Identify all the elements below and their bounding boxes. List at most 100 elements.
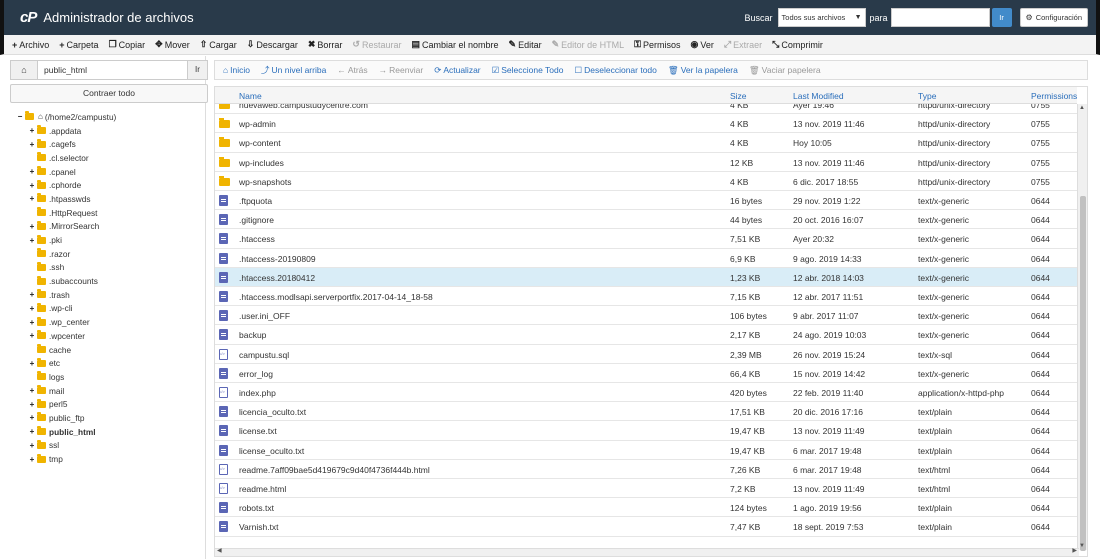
expand-icon[interactable]: +	[28, 331, 36, 340]
expand-icon[interactable]: +	[28, 167, 36, 176]
expand-icon[interactable]: +	[28, 290, 36, 299]
horizontal-scrollbar[interactable]: ◀ ▶	[215, 548, 1079, 556]
toolbar-plus-button[interactable]: + Archivo	[12, 40, 49, 50]
search-input[interactable]	[890, 8, 990, 27]
table-row[interactable]: Varnish.txt 7,47 KB 18 sept. 2019 7:53 text…	[215, 517, 1081, 537]
tree-item[interactable]: + ssl	[16, 439, 206, 453]
table-row[interactable]: index.php 420 bytes 22 feb. 2019 11:40 appl…	[215, 383, 1081, 403]
toolbar-edit-button[interactable]: ✎ Editar	[509, 39, 542, 50]
expand-icon[interactable]: +	[28, 318, 36, 327]
path-go-button[interactable]: Ir	[187, 61, 207, 79]
tree-item[interactable]: .subaccounts	[16, 274, 206, 288]
toolbar-download-button[interactable]: ⇩ Descargar	[247, 39, 298, 50]
nav-refresh-button[interactable]: ⟳ Actualizar	[434, 65, 480, 76]
expand-icon[interactable]: +	[28, 413, 36, 422]
tree-item[interactable]: + .MirrorSearch	[16, 220, 206, 234]
table-row[interactable]: license.txt 19,47 KB 13 nov. 2019 11:49 tex…	[215, 421, 1081, 441]
table-row[interactable]: licencia_oculto.txt 17,51 KB 20 dic. 2016 …	[215, 402, 1081, 422]
tree-item[interactable]: + mail	[16, 384, 206, 398]
tree-item[interactable]: + .cagefs	[16, 137, 206, 151]
toolbar-html-editor-button[interactable]: ✎ Editor de HTML	[552, 39, 625, 50]
table-row[interactable]: wp-snapshots 4 KB 6 dic. 2017 18:55 httpd/u…	[215, 172, 1081, 191]
nav-home-button[interactable]: ⌂ Inicio	[223, 65, 250, 75]
toolbar-delete-button[interactable]: ✖ Borrar	[308, 39, 343, 50]
column-modified-header[interactable]: Last Modified	[793, 91, 844, 101]
expand-icon[interactable]: +	[28, 427, 36, 436]
tree-item[interactable]: + .wpcenter	[16, 329, 206, 343]
column-name-header[interactable]: Name	[239, 91, 262, 101]
table-row[interactable]: .htaccess.modlsapi.serverportfix.2017-04…	[215, 287, 1081, 307]
scroll-right-icon[interactable]: ▶	[1072, 547, 1077, 554]
toolbar-key-button[interactable]: ⚿ Permisos	[634, 39, 680, 50]
expand-icon[interactable]: +	[28, 181, 36, 190]
expand-icon[interactable]: +	[28, 400, 36, 409]
tree-item[interactable]: + .cpanel	[16, 165, 206, 179]
nav-empty-trash-button[interactable]: 🗑 Vaciar papelera	[749, 65, 821, 76]
expand-icon[interactable]: +	[28, 455, 36, 464]
vertical-scrollbar[interactable]: ▲ ▼	[1077, 104, 1087, 551]
tree-item[interactable]: + public_html	[16, 425, 206, 439]
tree-item[interactable]: − ⌂ (/home2/campustu)	[16, 110, 206, 124]
collapse-all-button[interactable]: Contraer todo	[10, 84, 208, 103]
settings-button[interactable]: ⚙ Configuración	[1019, 8, 1088, 27]
tree-item[interactable]: cache	[16, 343, 206, 357]
tree-item[interactable]: + public_ftp	[16, 411, 206, 425]
table-row[interactable]: .htaccess-20190809 6,9 KB 9 ago. 2019 14:3…	[215, 249, 1081, 268]
toolbar-compress-button[interactable]: ⤡ Comprimir	[772, 39, 823, 50]
nav-level-up-button[interactable]: ⤴ Un nivel arriba	[261, 64, 326, 76]
expand-icon[interactable]: +	[28, 126, 36, 135]
expand-icon[interactable]: +	[28, 236, 36, 245]
collapse-icon[interactable]: −	[16, 112, 24, 121]
tree-item[interactable]: + .htpasswds	[16, 192, 206, 206]
nav-forward-button[interactable]: → Reenviar	[379, 65, 424, 75]
expand-icon[interactable]: +	[28, 441, 36, 450]
tree-item[interactable]: .ssh	[16, 261, 206, 275]
tree-item[interactable]: + .appdata	[16, 124, 206, 138]
toolbar-extract-button[interactable]: ⤢ Extraer	[724, 39, 762, 50]
nav-check-square-button[interactable]: ☑ Seleccione Todo	[492, 65, 564, 76]
table-row[interactable]: campustu.sql 2,39 MB 26 nov. 2019 15:24 tex…	[215, 345, 1081, 364]
toolbar-copy-button[interactable]: ❐ Copiar	[109, 39, 146, 50]
tree-item[interactable]: + .wp_center	[16, 315, 206, 329]
tree-item[interactable]: .razor	[16, 247, 206, 261]
scrollbar-thumb[interactable]	[1080, 196, 1086, 551]
table-row[interactable]: robots.txt 124 bytes 1 ago. 2019 19:56 text…	[215, 498, 1081, 518]
table-row[interactable]: .htaccess 7,51 KB Ayer 20:32 text/x-generic…	[215, 229, 1081, 249]
table-row[interactable]: .user.ini_OFF 106 bytes 9 abr. 2017 11:07 t…	[215, 306, 1081, 326]
app-brand[interactable]: cP Administrador de archivos	[20, 9, 194, 26]
column-size-header[interactable]: Size	[730, 91, 747, 101]
toolbar-eye-button[interactable]: ◉ Ver	[691, 39, 714, 50]
tree-item[interactable]: + .wp-cli	[16, 302, 206, 316]
tree-item[interactable]: + perl5	[16, 397, 206, 411]
table-row[interactable]: .htaccess.20180412 1,23 KB 12 abr. 2018 14…	[215, 267, 1081, 287]
tree-item[interactable]: + .pki	[16, 233, 206, 247]
nav-trash-button[interactable]: 🗑 Ver la papelera	[668, 65, 738, 76]
tree-item[interactable]: + tmp	[16, 452, 206, 466]
path-input[interactable]: public_html	[38, 61, 187, 79]
expand-icon[interactable]: +	[28, 359, 36, 368]
tree-item[interactable]: logs	[16, 370, 206, 384]
tree-item[interactable]: .HttpRequest	[16, 206, 206, 220]
table-row[interactable]: backup 2,17 KB 24 ago. 2019 10:03 text/x-ge…	[215, 325, 1081, 345]
tree-item[interactable]: .cl.selector	[16, 151, 206, 165]
expand-icon[interactable]: +	[28, 222, 36, 231]
nav-square-button[interactable]: ☐ Deseleccionar todo	[575, 65, 657, 76]
search-scope-select[interactable]: Todos sus archivos ▼	[777, 8, 866, 27]
table-row[interactable]: license_oculto.txt 19,47 KB 6 mar. 2017 19…	[215, 441, 1081, 460]
toolbar-restore-button[interactable]: ↺ Restaurar	[352, 39, 401, 50]
table-row[interactable]: readme.7aff09bae5d419679c9d40f4736f444b.…	[215, 460, 1081, 479]
expand-icon[interactable]: +	[28, 194, 36, 203]
toolbar-rename-button[interactable]: ▤ Cambiar el nombre	[411, 39, 498, 50]
search-go-button[interactable]: Ir	[991, 8, 1012, 27]
table-row[interactable]: wp-includes 12 KB 13 nov. 2019 11:46 httpd/…	[215, 153, 1081, 172]
tree-item[interactable]: + etc	[16, 356, 206, 370]
expand-icon[interactable]: +	[28, 304, 36, 313]
column-type-header[interactable]: Type	[918, 91, 936, 101]
column-permissions-header[interactable]: Permissions	[1031, 91, 1077, 101]
expand-icon[interactable]: +	[28, 386, 36, 395]
table-row[interactable]: nuevaweb.campustudycentre.com 4 KB Ayer 19…	[215, 104, 1081, 115]
table-row[interactable]: wp-admin 4 KB 13 nov. 2019 11:46 httpd/unix…	[215, 114, 1081, 134]
toolbar-plus-button[interactable]: + Carpeta	[59, 40, 98, 50]
toolbar-upload-button[interactable]: ⇧ Cargar	[200, 39, 237, 50]
table-row[interactable]: readme.html 7,2 KB 13 nov. 2019 11:49 text/…	[215, 479, 1081, 499]
